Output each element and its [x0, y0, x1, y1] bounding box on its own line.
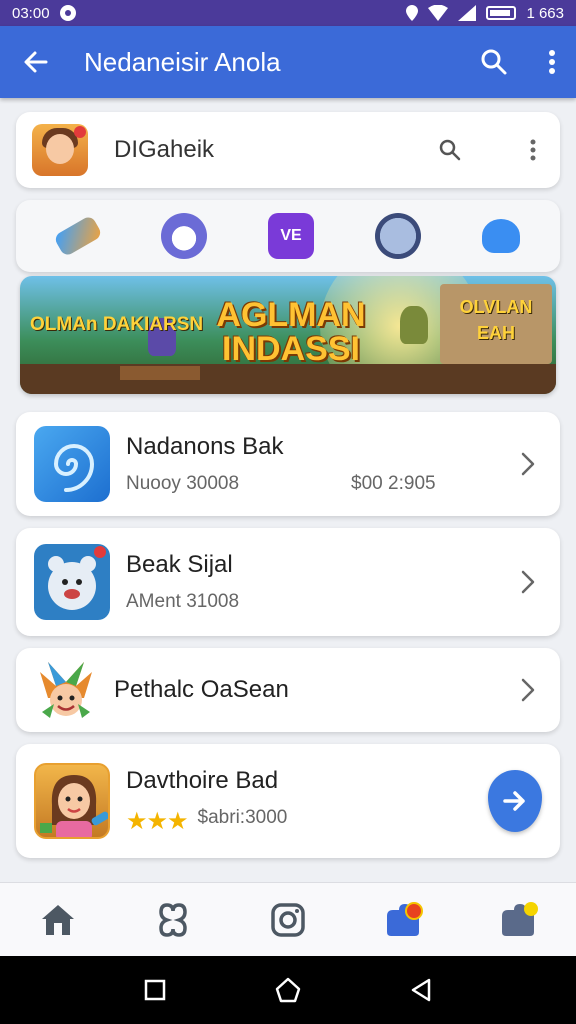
nav-home[interactable] [34, 896, 82, 944]
swirl-app-icon [34, 426, 110, 502]
close-badge-icon [74, 126, 86, 138]
robot-head-icon[interactable] [374, 213, 421, 259]
list-item-subtitle: AMent 31008 [126, 591, 240, 612]
promo-banner[interactable]: OLMAn DAKIARSN AGLMAN INDASSI OLVLAN EAH [20, 276, 556, 394]
list-item[interactable]: Davthoire Bad ★★★ $abri:3000 [16, 744, 560, 858]
back-button[interactable] [20, 46, 52, 78]
home-button-icon[interactable] [275, 977, 301, 1003]
girl-app-icon [34, 763, 110, 839]
ghost-icon[interactable] [481, 219, 520, 253]
nav-alerts[interactable] [379, 896, 427, 944]
nav-puzzle[interactable] [494, 896, 542, 944]
page-title: Nedaneisir Anola [84, 46, 281, 77]
nav-connections[interactable] [149, 896, 197, 944]
more-vert-icon[interactable] [530, 139, 536, 161]
notification-dot [524, 901, 539, 916]
list-item-price: $00 2:905 [351, 473, 436, 494]
profile-card[interactable]: DIGaheik [16, 112, 560, 188]
system-nav-bar [0, 956, 576, 1024]
star-icon: ★ [126, 807, 147, 835]
list-item-title: Pethalc OaSean [114, 676, 289, 703]
battery-icon [486, 6, 517, 20]
list-item-subtitle: Nuooy 30008 [126, 473, 240, 494]
signal-icon [458, 5, 477, 21]
profile-name: DIGaheik [114, 136, 215, 163]
connections-icon [159, 902, 187, 937]
banner-title: AGLMAN INDASSI [216, 296, 366, 368]
app-bar: Nedaneisir Anola [0, 26, 576, 98]
pencil-toy-icon[interactable] [53, 214, 104, 258]
arrow-left-icon [24, 51, 48, 73]
list-item-title: Davthoire Bad [126, 766, 279, 794]
creature-face-icon[interactable] [161, 213, 208, 259]
camera-icon [271, 902, 305, 937]
list-item-title: Nadanons Bak [126, 433, 284, 460]
bear-app-icon [34, 544, 110, 620]
chevron-right-icon [514, 568, 542, 596]
rating-stars: ★★★ [126, 807, 189, 836]
ve-badge-icon[interactable]: VE [267, 213, 314, 259]
recents-icon[interactable] [144, 979, 166, 1001]
status-clock: 1 663 [526, 4, 564, 22]
location-icon [406, 5, 419, 21]
jester-app-icon [34, 658, 98, 722]
nav-camera[interactable] [264, 896, 312, 944]
search-icon[interactable] [438, 138, 462, 162]
go-button[interactable] [488, 770, 542, 832]
avatar [32, 124, 88, 176]
chevron-right-icon [514, 676, 542, 704]
bottom-nav [0, 882, 576, 956]
banner-right-text: OLVLAN EAH [459, 297, 533, 343]
ve-badge-label: VE [280, 227, 302, 244]
more-vert-icon[interactable] [548, 49, 556, 75]
search-icon[interactable] [480, 48, 508, 76]
list-item[interactable]: Pethalc OaSean [16, 648, 560, 732]
status-time: 03:00 [12, 4, 50, 22]
notification-dot [405, 901, 424, 920]
list-item-title: Beak Sijal [126, 551, 233, 578]
list-item[interactable]: Nadanons Bak Nuooy 30008 $00 2:905 [16, 412, 560, 516]
arrow-right-icon [503, 791, 525, 811]
home-icon [41, 904, 74, 935]
banner-left-text: OLMAn DAKIARSN [30, 314, 204, 335]
status-bar: 03:00 1 663 [0, 0, 576, 26]
back-triangle-icon[interactable] [410, 978, 432, 1002]
star-icon: ★ [167, 807, 188, 835]
chevron-right-icon [514, 450, 542, 478]
creature-illustration [400, 306, 428, 344]
star-icon: ★ [146, 807, 168, 835]
category-row: VE [16, 200, 560, 272]
list-item[interactable]: Beak Sijal AMent 31008 [16, 528, 560, 636]
list-item-subtitle: $abri:3000 [197, 806, 288, 828]
wifi-icon [428, 5, 449, 21]
notification-icon [59, 5, 76, 21]
